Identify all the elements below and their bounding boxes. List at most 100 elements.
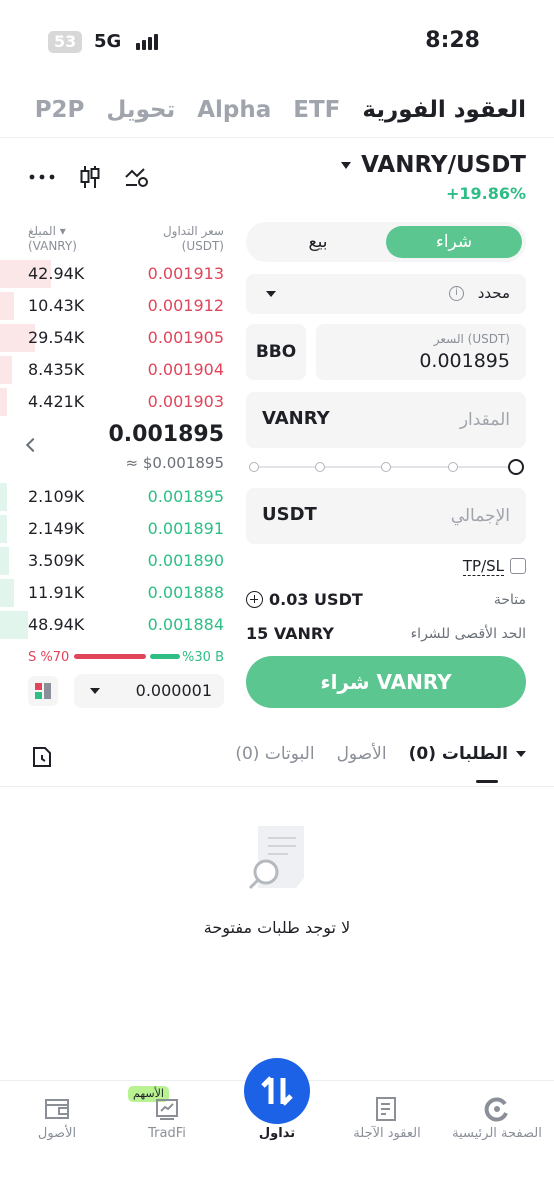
bid-row[interactable]: 11.91K 0.001888 [0, 577, 232, 609]
bid-amount: 2.109K [28, 487, 85, 506]
bid-row[interactable]: 2.109K 0.001895 [0, 481, 232, 513]
tpsl-checkbox[interactable] [510, 558, 526, 574]
more-icon[interactable] [28, 173, 56, 181]
amount-input[interactable]: VANRY المقدار [246, 392, 526, 448]
amount-placeholder: المقدار [459, 410, 510, 430]
price-input[interactable]: السعر (USDT) 0.001895 [316, 324, 526, 380]
buy-button[interactable]: شراء VANRY [246, 656, 526, 708]
sell-ratio-bar [74, 654, 146, 659]
last-price: 0.001895 [108, 422, 224, 447]
tab-bots[interactable]: البوتات (0) [235, 744, 314, 764]
ask-amount: 29.54K [28, 328, 85, 347]
chevron-down-icon [90, 688, 100, 694]
slider-tick-25[interactable] [315, 462, 325, 472]
home-icon[interactable] [484, 1096, 510, 1122]
network-label: 5G [94, 31, 122, 52]
total-input[interactable]: USDT الإجمالي [246, 488, 526, 544]
wallet-icon[interactable] [44, 1096, 70, 1122]
nav-tradfi[interactable]: TradFi [112, 1126, 222, 1141]
bid-amount: 11.91K [28, 583, 85, 602]
futures-icon[interactable] [374, 1096, 400, 1122]
sell-tab[interactable]: بيع [250, 226, 386, 258]
precision-value: 0.000001 [135, 681, 212, 700]
market-tabs: العقود الفورية ETF Alpha تحويل P2P [35, 90, 526, 130]
nav-trade[interactable]: تداول [222, 1126, 332, 1141]
header-actions [28, 162, 150, 192]
amount-header[interactable]: المبلغ ▾ (VANRY) [28, 224, 77, 254]
pair-symbol: VANRY/USDT [361, 152, 526, 178]
bid-depth-bar [0, 611, 28, 639]
orderbook-layout-icon[interactable] [28, 676, 58, 706]
chevron-left-icon[interactable] [25, 437, 41, 453]
ask-row[interactable]: 29.54K 0.001905 [0, 322, 232, 354]
add-funds-icon[interactable] [246, 591, 263, 608]
ask-price: 0.001913 [147, 264, 224, 283]
ask-amount: 4.421K [28, 392, 85, 411]
tab-assets[interactable]: الأصول [337, 744, 387, 764]
tpsl-label[interactable]: TP/SL [462, 557, 504, 576]
nav-futures[interactable]: العقود الآجلة [332, 1126, 442, 1141]
order-type-select[interactable]: محدد i [246, 274, 526, 314]
nav-assets[interactable]: الأصول [2, 1126, 112, 1141]
bid-depth-bar [0, 579, 14, 607]
tab-alpha[interactable]: Alpha [197, 97, 271, 123]
ask-depth-bar [0, 388, 7, 416]
chevron-down-icon [341, 161, 352, 169]
candlestick-icon[interactable] [78, 164, 102, 190]
order-history-icon[interactable] [32, 746, 52, 768]
buy-ratio: %30 B [182, 650, 224, 665]
slider-tick-75[interactable] [448, 462, 458, 472]
pair-selector[interactable]: VANRY/USDT [341, 152, 526, 178]
divider [0, 786, 554, 787]
slider-handle[interactable] [508, 459, 524, 475]
last-price-usd: ≈ $0.001895 [125, 454, 224, 472]
price-header: سعر التداول (USDT) [162, 224, 224, 253]
ask-amount: 42.94K [28, 264, 85, 283]
tab-orders[interactable]: الطلبات (0) [409, 744, 526, 764]
slider-tick-50[interactable] [381, 462, 391, 472]
ask-row[interactable]: 10.43K 0.001912 [0, 290, 232, 322]
signal-icon [136, 34, 160, 50]
buy-ratio-bar [150, 654, 180, 659]
bid-amount: 2.149K [28, 519, 85, 538]
chart-settings-icon[interactable] [124, 165, 150, 189]
buy-tab[interactable]: شراء [386, 226, 522, 258]
bid-row[interactable]: 3.509K 0.001890 [0, 545, 232, 577]
tradfi-icon[interactable] [154, 1096, 180, 1122]
tab-convert[interactable]: تحويل [106, 97, 175, 123]
info-icon[interactable]: i [449, 286, 464, 301]
nav-home[interactable]: الصفحة الرئيسية [442, 1126, 552, 1141]
precision-select[interactable]: 0.000001 [74, 674, 224, 708]
bbo-button[interactable]: BBO [246, 324, 306, 380]
ask-price: 0.001912 [147, 296, 224, 315]
clock: 8:28 [425, 28, 480, 53]
chevron-down-icon [266, 291, 276, 297]
active-tab-indicator [476, 780, 498, 783]
bid-price: 0.001895 [147, 487, 224, 506]
bid-price: 0.001888 [147, 583, 224, 602]
max-buy-value: 15 VANRY [246, 624, 334, 643]
amount-unit: VANRY [262, 408, 330, 429]
ask-row[interactable]: 8.435K 0.001904 [0, 354, 232, 386]
slider-tick-0[interactable] [249, 462, 259, 472]
available-label: متاحة [493, 592, 526, 608]
tab-spot[interactable]: العقود الفورية [362, 97, 526, 123]
bid-depth-bar [0, 515, 7, 543]
notification-badge: 53 [48, 31, 83, 53]
empty-message: لا توجد طلبات مفتوحة [203, 918, 351, 937]
ask-price: 0.001903 [147, 392, 224, 411]
bid-row[interactable]: 2.149K 0.001891 [0, 513, 232, 545]
tab-etf[interactable]: ETF [293, 97, 340, 123]
ask-row[interactable]: 4.421K 0.001903 [0, 386, 232, 418]
status-bar: 53 5G 8:28 [0, 0, 554, 84]
ask-row[interactable]: 42.94K 0.001913 [0, 258, 232, 290]
bid-price: 0.001891 [147, 519, 224, 538]
trade-fab-button[interactable] [244, 1058, 310, 1124]
price-change: +19.86% [445, 184, 526, 203]
bid-amount: 48.94K [28, 615, 85, 634]
tab-p2p[interactable]: P2P [35, 97, 85, 123]
bid-row[interactable]: 48.94K 0.001884 [0, 609, 232, 641]
available-balance: 0.03 USDT [246, 590, 363, 609]
sell-ratio: S %70 [28, 650, 70, 665]
max-buy-label: الحد الأقصى للشراء [410, 626, 526, 642]
